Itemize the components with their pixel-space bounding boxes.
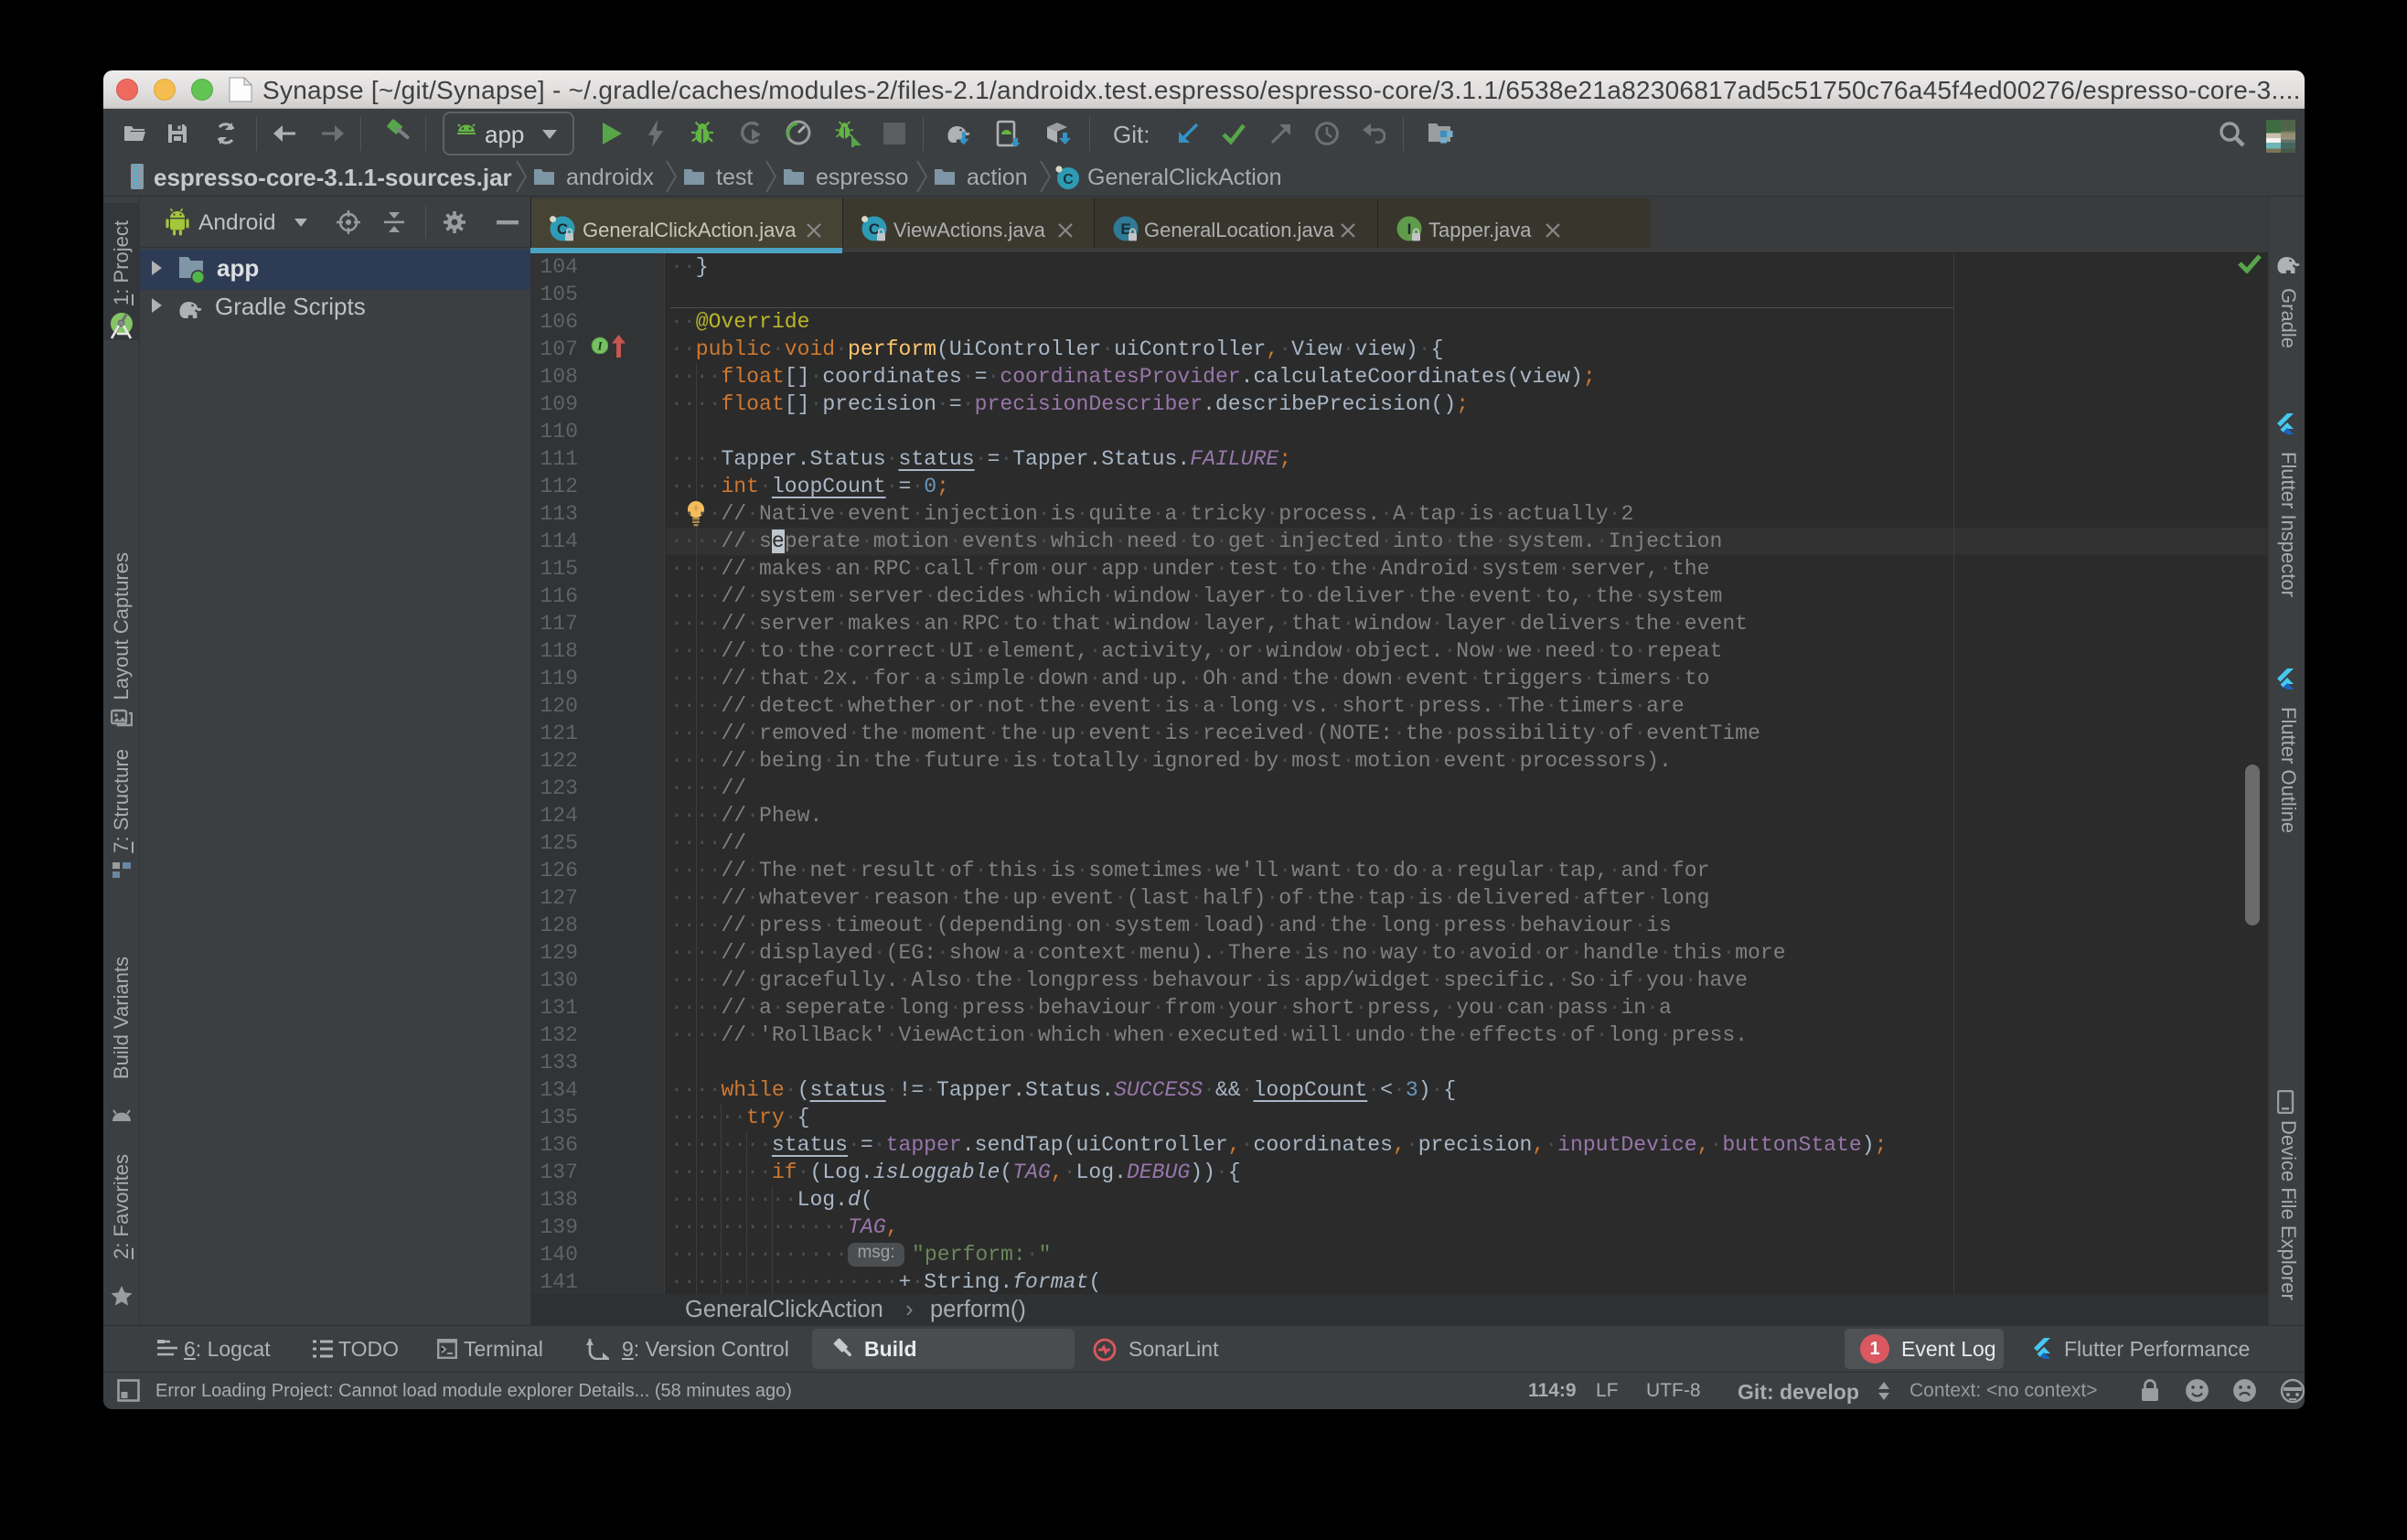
svg-text:C: C bbox=[1063, 172, 1074, 187]
svg-text:I: I bbox=[1407, 220, 1412, 238]
svg-text:I: I bbox=[596, 339, 603, 353]
